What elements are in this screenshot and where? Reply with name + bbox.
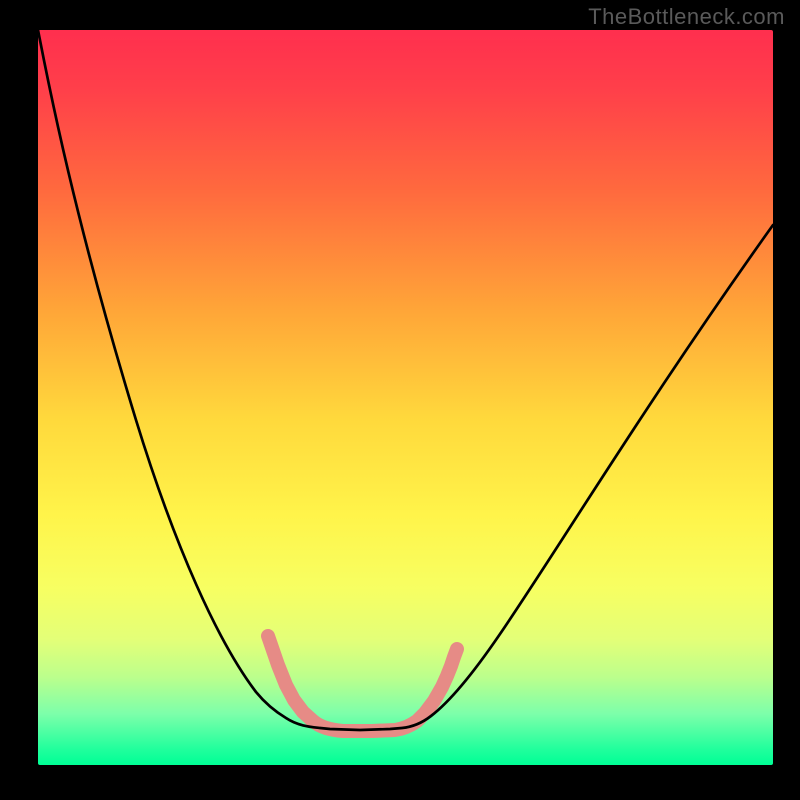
chart-stage: TheBottleneck.com [0, 0, 800, 800]
plot-background [38, 30, 773, 765]
watermark-label: TheBottleneck.com [588, 4, 785, 30]
